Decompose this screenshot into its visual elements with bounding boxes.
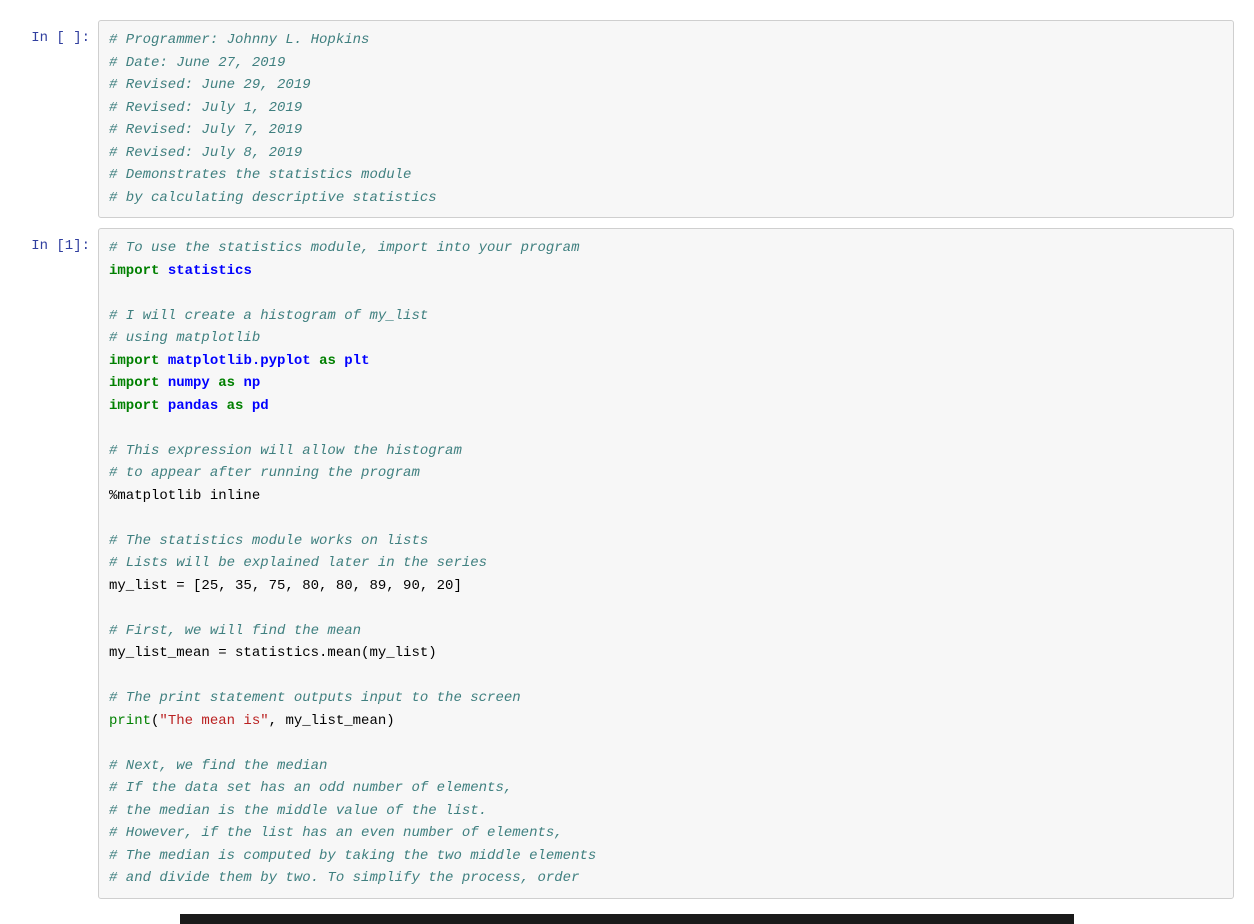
code-token	[159, 353, 167, 369]
code-token: pd	[252, 398, 269, 414]
code-line: # The print statement outputs input to t…	[109, 690, 521, 706]
code-token: as	[319, 353, 336, 369]
bottom-bar	[180, 914, 1074, 924]
code-line: # to appear after running the program	[109, 465, 420, 481]
code-token: import	[109, 375, 159, 391]
code-line: # using matplotlib	[109, 330, 260, 346]
code-line: # Lists will be explained later in the s…	[109, 555, 487, 571]
code-line: # Next, we find the median	[109, 758, 327, 774]
code-line: # Programmer: Johnny L. Hopkins	[109, 32, 369, 48]
code-line: # Revised: June 29, 2019	[109, 77, 311, 93]
code-token: , my_list_mean)	[269, 713, 395, 729]
code-token	[311, 353, 319, 369]
cell-prompt: In [1]:	[20, 228, 98, 257]
code-line: # and divide them by two. To simplify th…	[109, 870, 579, 886]
code-token: import	[109, 353, 159, 369]
code-token	[210, 375, 218, 391]
code-token: plt	[344, 353, 369, 369]
code-token: my_list_mean = statistics.mean(my_list)	[109, 645, 437, 661]
code-token: as	[218, 375, 235, 391]
code-line: # by calculating descriptive statistics	[109, 190, 437, 206]
code-token: print	[109, 713, 151, 729]
code-line: # The statistics module works on lists	[109, 533, 428, 549]
code-token: statistics	[168, 263, 252, 279]
code-line: # If the data set has an odd number of e…	[109, 780, 512, 796]
cell-prompt: In [ ]:	[20, 20, 98, 49]
code-line: # the median is the middle value of the …	[109, 803, 487, 819]
code-token	[159, 398, 167, 414]
code-token	[159, 263, 167, 279]
code-token: as	[227, 398, 244, 414]
code-cell[interactable]: In [ ]: # Programmer: Johnny L. Hopkins …	[20, 20, 1234, 218]
code-line: # Date: June 27, 2019	[109, 55, 285, 71]
code-cell[interactable]: In [1]: # To use the statistics module, …	[20, 228, 1234, 899]
code-line: # Demonstrates the statistics module	[109, 167, 411, 183]
code-token: %matplotlib inline	[109, 488, 260, 504]
code-line: # Revised: July 1, 2019	[109, 100, 302, 116]
code-line: # I will create a histogram of my_list	[109, 308, 428, 324]
code-token	[243, 398, 251, 414]
code-token: np	[243, 375, 260, 391]
code-line: # Revised: July 8, 2019	[109, 145, 302, 161]
code-token: matplotlib.pyplot	[168, 353, 311, 369]
code-line: # First, we will find the mean	[109, 623, 361, 639]
code-input-area[interactable]: # Programmer: Johnny L. Hopkins # Date: …	[98, 20, 1234, 218]
code-line: # To use the statistics module, import i…	[109, 240, 579, 256]
code-line: # However, if the list has an even numbe…	[109, 825, 563, 841]
code-token: pandas	[168, 398, 218, 414]
code-token	[159, 375, 167, 391]
code-input-area[interactable]: # To use the statistics module, import i…	[98, 228, 1234, 899]
notebook-container: In [ ]: # Programmer: Johnny L. Hopkins …	[0, 0, 1254, 899]
code-line: # Revised: July 7, 2019	[109, 122, 302, 138]
code-token: numpy	[168, 375, 210, 391]
code-line: # The median is computed by taking the t…	[109, 848, 596, 864]
code-line: # This expression will allow the histogr…	[109, 443, 462, 459]
code-token: import	[109, 263, 159, 279]
code-token: import	[109, 398, 159, 414]
code-token: my_list = [25, 35, 75, 80, 80, 89, 90, 2…	[109, 578, 462, 594]
code-token	[218, 398, 226, 414]
code-token: "The mean is"	[159, 713, 268, 729]
